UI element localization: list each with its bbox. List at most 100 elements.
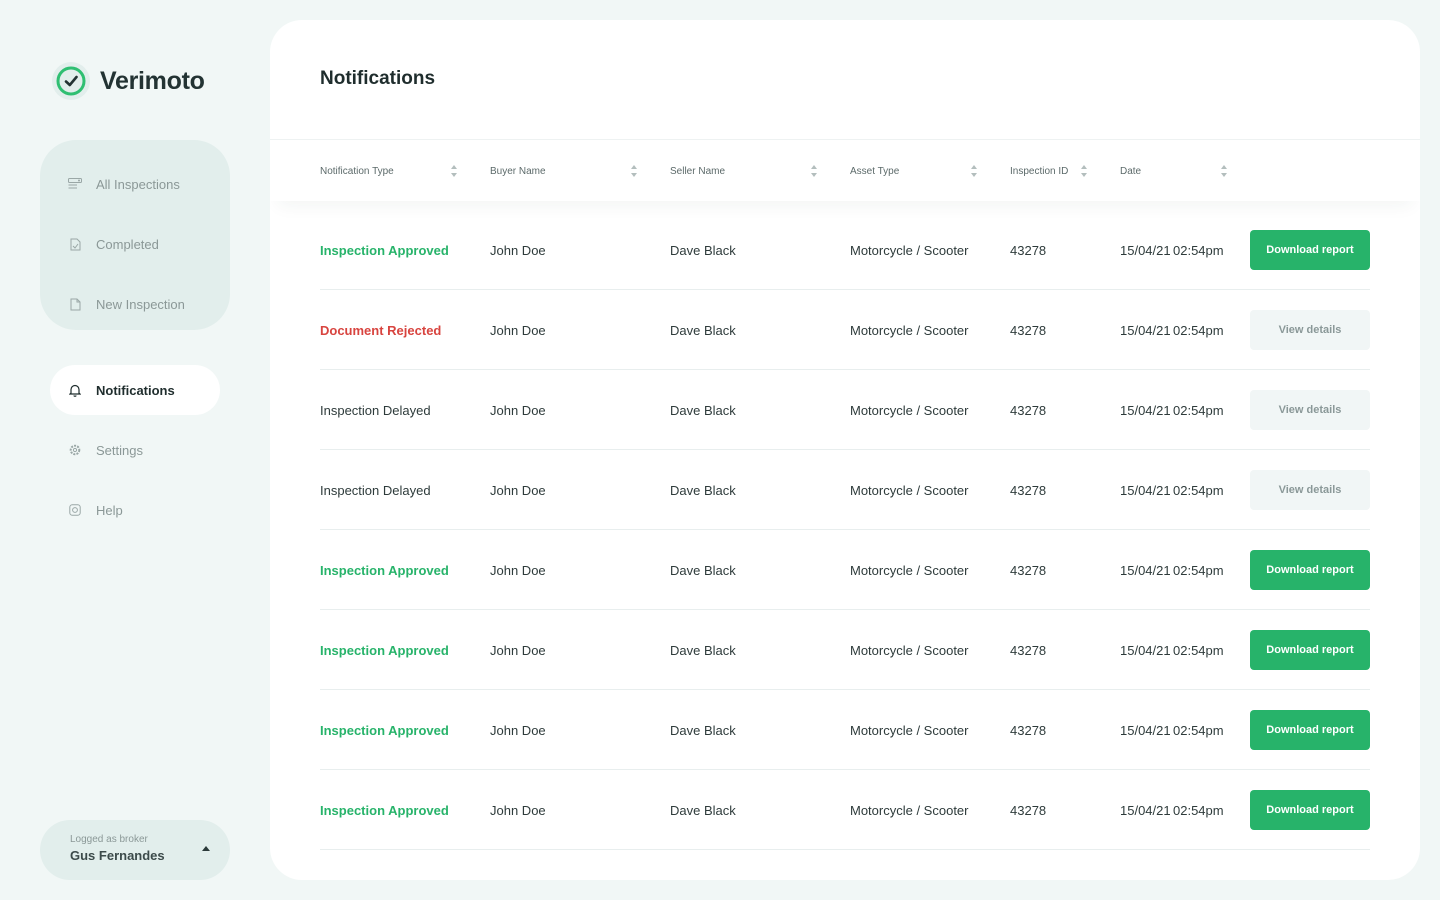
view-details-button[interactable]: View details [1250, 470, 1370, 510]
date: 15/04/21 [1120, 802, 1171, 818]
column-header-asset-type[interactable]: Asset Type [850, 140, 899, 202]
notification-type: Inspection Approved [320, 802, 449, 818]
asset-type: Motorcycle / Scooter [850, 722, 969, 738]
column-header-inspection-id[interactable]: Inspection ID [1010, 140, 1068, 202]
inspection-id: 43278 [1010, 322, 1047, 338]
buyer-name: John Doe [490, 322, 546, 338]
column-header-buyer-name[interactable]: Buyer Name [490, 140, 546, 202]
asset-type: Motorcycle / Scooter [850, 802, 969, 818]
sidebar-item-label: Settings [96, 442, 143, 458]
buyer-name: John Doe [490, 722, 546, 738]
notification-type: Inspection Approved [320, 642, 449, 658]
table-row[interactable]: Inspection Approved John Doe Dave Black Mot… [320, 770, 1370, 850]
table-row[interactable]: Inspection Approved John Doe Dave Black Mot… [320, 690, 1370, 770]
date: 15/04/21 [1120, 242, 1171, 258]
asset-type: Motorcycle / Scooter [850, 242, 969, 258]
asset-type: Motorcycle / Scooter [850, 482, 969, 498]
account-name: Gus Fernandes [70, 848, 165, 863]
sidebar-item-label: All Inspections [96, 176, 180, 192]
view-details-button[interactable]: View details [1250, 390, 1370, 430]
notification-type: Document Rejected [320, 322, 442, 338]
document-check-icon [68, 237, 82, 251]
date: 15/04/21 [1120, 402, 1171, 418]
sort-icon[interactable] [1080, 165, 1088, 177]
asset-type: Motorcycle / Scooter [850, 642, 969, 658]
brand-logo[interactable]: Verimoto [52, 62, 205, 100]
date: 15/04/21 [1120, 322, 1171, 338]
sidebar-item-label: Notifications [96, 382, 175, 398]
brand-name: Verimoto [100, 66, 205, 95]
buyer-name: John Doe [490, 642, 546, 658]
time: 02:54pm [1173, 562, 1224, 578]
time: 02:54pm [1173, 322, 1224, 338]
sidebar-item-label: Help [96, 502, 123, 518]
date: 15/04/21 [1120, 722, 1171, 738]
asset-type: Motorcycle / Scooter [850, 562, 969, 578]
time: 02:54pm [1173, 642, 1224, 658]
gear-icon [68, 443, 82, 457]
buyer-name: John Doe [490, 402, 546, 418]
download-report-button[interactable]: Download report [1250, 790, 1370, 830]
asset-type: Motorcycle / Scooter [850, 402, 969, 418]
time: 02:54pm [1173, 482, 1224, 498]
seller-name: Dave Black [670, 802, 736, 818]
caret-up-icon[interactable] [202, 846, 210, 851]
column-header-date[interactable]: Date [1120, 140, 1141, 202]
notification-type: Inspection Delayed [320, 402, 431, 418]
date: 15/04/21 [1120, 642, 1171, 658]
seller-name: Dave Black [670, 642, 736, 658]
sort-icon[interactable] [450, 165, 458, 177]
table-row[interactable]: Inspection Delayed John Doe Dave Black Moto… [320, 450, 1370, 530]
sidebar-item-new-inspection[interactable]: New Inspection [40, 274, 230, 334]
column-header-notification-type[interactable]: Notification Type [320, 140, 394, 202]
table-header: Notification Type Buyer Name Seller Name… [270, 139, 1420, 201]
inspection-id: 43278 [1010, 562, 1047, 578]
column-header-seller-name[interactable]: Seller Name [670, 140, 725, 202]
sidebar-item-notifications[interactable]: Notifications [50, 365, 220, 415]
time: 02:54pm [1173, 402, 1224, 418]
seller-name: Dave Black [670, 722, 736, 738]
download-report-button[interactable]: Download report [1250, 230, 1370, 270]
sidebar-item-help[interactable]: Help [50, 485, 220, 535]
notification-type: Inspection Approved [320, 242, 449, 258]
sort-icon[interactable] [1220, 165, 1228, 177]
notification-type: Inspection Delayed [320, 482, 431, 498]
notification-type: Inspection Approved [320, 722, 449, 738]
sidebar-item-settings[interactable]: Settings [50, 425, 220, 475]
seller-name: Dave Black [670, 562, 736, 578]
seller-name: Dave Black [670, 402, 736, 418]
bell-icon [68, 383, 82, 397]
inspections-icon [68, 177, 82, 191]
seller-name: Dave Black [670, 482, 736, 498]
table-row[interactable]: Document Rejected John Doe Dave Black Motor… [320, 290, 1370, 370]
buyer-name: John Doe [490, 482, 546, 498]
sidebar-item-all-inspections[interactable]: All Inspections [40, 154, 230, 214]
sort-icon[interactable] [810, 165, 818, 177]
sidebar-item-completed[interactable]: Completed [40, 214, 230, 274]
notifications-table-body: Inspection Approved John Doe Dave Black Mot… [320, 210, 1370, 850]
table-row[interactable]: Inspection Approved John Doe Dave Black Mot… [320, 210, 1370, 290]
download-report-button[interactable]: Download report [1250, 550, 1370, 590]
notifications-panel: Notifications Notification Type Buyer Na… [270, 20, 1420, 880]
account-switcher[interactable]: Logged as broker Gus Fernandes [40, 820, 230, 880]
download-report-button[interactable]: Download report [1250, 710, 1370, 750]
sort-icon[interactable] [970, 165, 978, 177]
download-report-button[interactable]: Download report [1250, 630, 1370, 670]
view-details-button[interactable]: View details [1250, 310, 1370, 350]
table-row[interactable]: Inspection Approved John Doe Dave Black Mot… [320, 530, 1370, 610]
date: 15/04/21 [1120, 562, 1171, 578]
inspections-nav-group: All Inspections Completed New Inspection [40, 140, 230, 330]
table-row[interactable]: Inspection Approved John Doe Dave Black Mot… [320, 610, 1370, 690]
inspection-id: 43278 [1010, 802, 1047, 818]
asset-type: Motorcycle / Scooter [850, 322, 969, 338]
sort-icon[interactable] [630, 165, 638, 177]
check-circle-icon [52, 62, 90, 100]
account-role-label: Logged as broker [70, 834, 148, 845]
date: 15/04/21 [1120, 482, 1171, 498]
table-row[interactable]: Inspection Delayed John Doe Dave Black Moto… [320, 370, 1370, 450]
seller-name: Dave Black [670, 322, 736, 338]
help-icon [68, 503, 82, 517]
document-icon [68, 297, 82, 311]
buyer-name: John Doe [490, 562, 546, 578]
inspection-id: 43278 [1010, 402, 1047, 418]
